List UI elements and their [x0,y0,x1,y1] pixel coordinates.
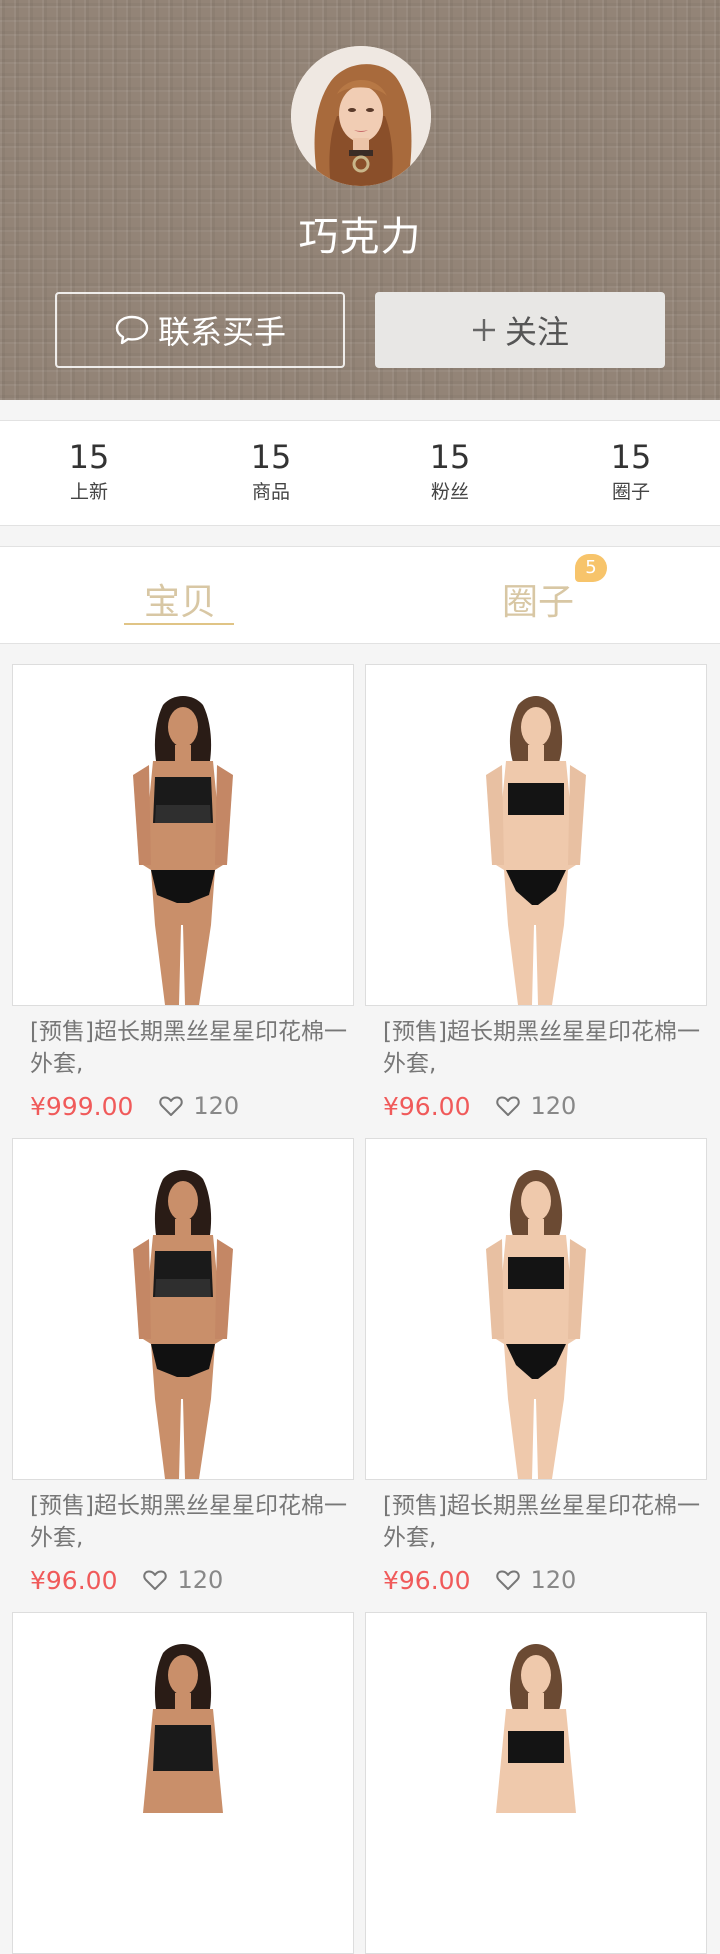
product-meta: ¥999.00 120 [30,1088,354,1124]
product-meta: ¥96.00 120 [383,1088,707,1124]
stat-value: 15 [250,438,292,476]
stat-label: 上新 [69,481,108,503]
product-card[interactable] [12,1612,354,1954]
active-tab-indicator [124,623,234,625]
product-image[interactable] [12,1138,354,1480]
circle-count-badge: 5 [575,554,607,582]
product-title: [预售]超长期黑丝星星印花棉一外套, [383,1493,700,1551]
stat-circles[interactable]: 15 圈子 [571,437,691,505]
like-count: 120 [193,1092,240,1120]
tab-quanzi[interactable]: 圈子 [502,573,574,625]
heart-icon [159,1096,184,1116]
stat-new[interactable]: 15 上新 [29,437,149,505]
stat-value: 15 [68,438,110,476]
product-price: ¥96.00 [30,1565,118,1595]
follow-label: 关注 [504,313,569,351]
product-card[interactable]: [预售]超长期黑丝星星印花棉一外套, ¥96.00 120 [365,1138,707,1598]
profile-header: 巧克力 联系买手 关注 [0,0,720,400]
follow-button[interactable]: 关注 [375,292,665,368]
product-image[interactable] [12,1612,354,1954]
product-image[interactable] [12,664,354,1006]
like-button[interactable]: 120 [496,1092,576,1120]
tab-bar: 宝贝 圈子 [0,546,720,644]
product-price: ¥999.00 [30,1091,134,1121]
like-count: 120 [530,1566,577,1594]
product-image[interactable] [365,1138,707,1480]
heart-icon [496,1570,521,1590]
stat-value: 15 [610,438,652,476]
product-card[interactable] [365,1612,707,1954]
contact-buyer-label: 联系买手 [157,313,286,351]
avatar[interactable] [291,46,431,186]
avatar-image [291,46,431,186]
like-button[interactable]: 120 [143,1566,223,1594]
like-count: 120 [177,1566,224,1594]
product-card[interactable]: [预售]超长期黑丝星星印花棉一外套, ¥96.00 120 [12,1138,354,1598]
like-button[interactable]: 120 [496,1566,576,1594]
heart-icon [496,1096,521,1116]
product-card[interactable]: [预售]超长期黑丝星星印花棉一外套, ¥96.00 120 [365,664,707,1124]
product-title: [预售]超长期黑丝星星印花棉一外套, [30,1493,347,1551]
username: 巧克力 [298,214,422,260]
plus-icon [471,317,497,343]
product-price: ¥96.00 [383,1565,471,1595]
product-title: [预售]超长期黑丝星星印花棉一外套, [30,1019,347,1077]
like-count: 120 [530,1092,577,1120]
stat-value: 15 [429,438,471,476]
stat-label: 圈子 [611,481,650,503]
like-button[interactable]: 120 [159,1092,239,1120]
stat-label: 商品 [251,481,290,503]
stat-label: 粉丝 [430,481,469,503]
product-meta: ¥96.00 120 [30,1562,354,1598]
product-price: ¥96.00 [383,1091,471,1121]
stat-fans[interactable]: 15 粉丝 [390,437,510,505]
contact-buyer-button[interactable]: 联系买手 [55,292,345,368]
product-card[interactable]: [预售]超长期黑丝星星印花棉一外套, ¥999.00 120 [12,664,354,1124]
product-image[interactable] [365,1612,707,1954]
tab-baobei[interactable]: 宝贝 [144,573,216,625]
stats-bar: 15 上新 15 商品 15 粉丝 15 圈子 [0,420,720,526]
heart-icon [143,1570,168,1590]
product-title: [预售]超长期黑丝星星印花棉一外套, [383,1019,700,1077]
chat-bubble-icon [114,314,150,346]
product-image[interactable] [365,664,707,1006]
product-meta: ¥96.00 120 [383,1562,707,1598]
stat-products[interactable]: 15 商品 [211,437,331,505]
